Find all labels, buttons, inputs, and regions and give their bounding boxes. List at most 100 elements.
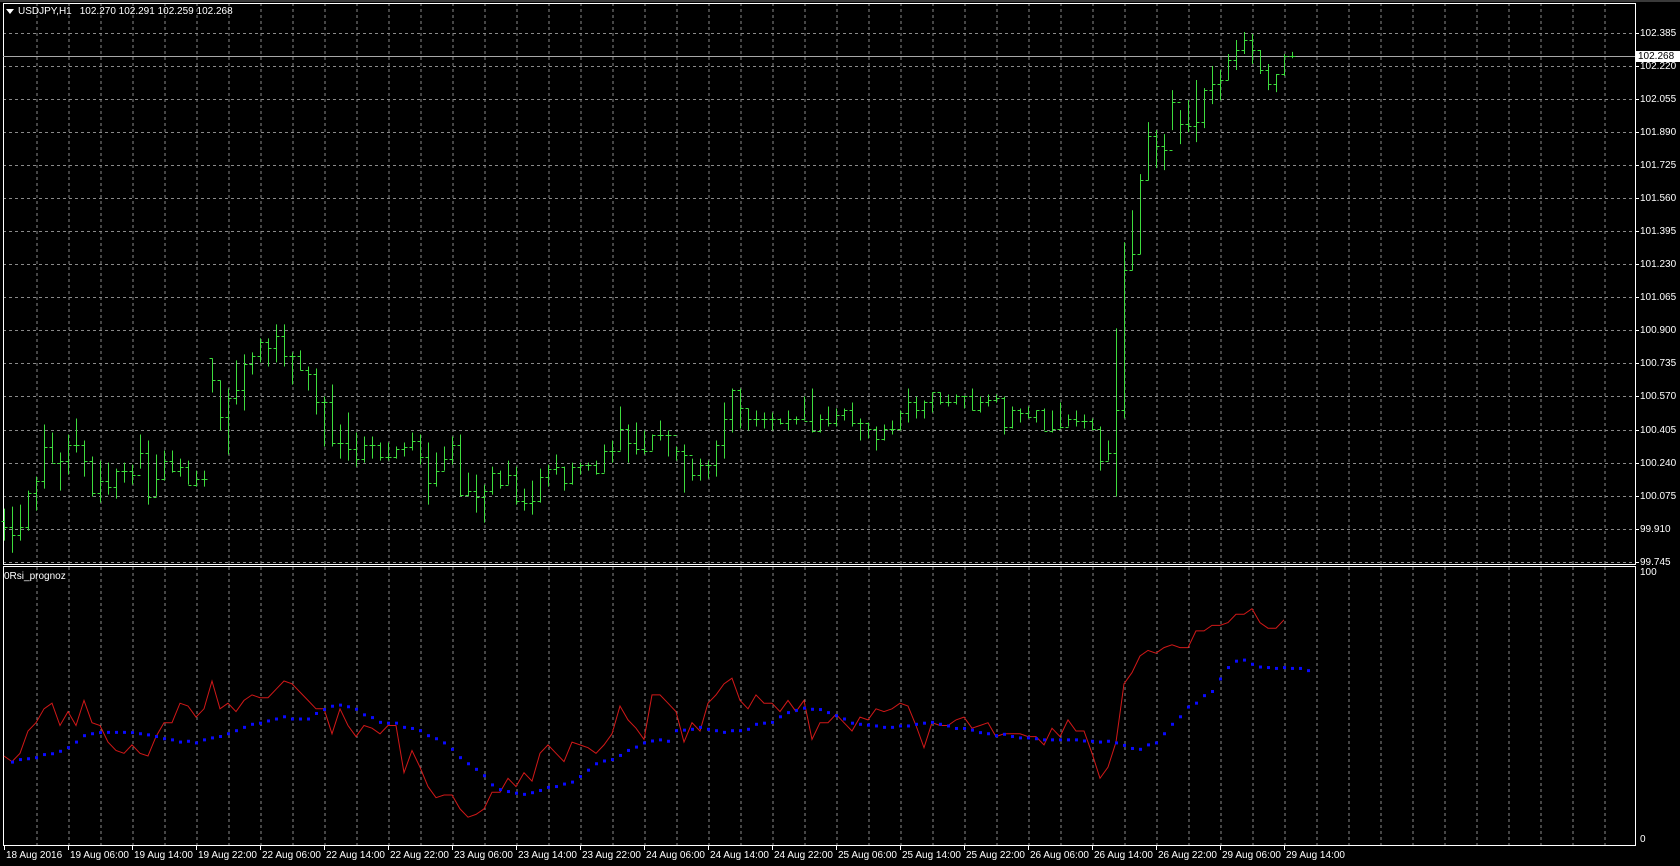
- signal-dot: [803, 706, 806, 710]
- ohlc-bar: [1145, 122, 1152, 181]
- ohlc-bar: [913, 396, 920, 419]
- ohlc-bar: [849, 402, 856, 427]
- signal-dot: [1091, 739, 1094, 743]
- ohlc-bar: [617, 406, 624, 452]
- signal-dot: [947, 724, 950, 728]
- ohlc-bar: [145, 440, 152, 505]
- ohlc-bar: [449, 436, 456, 465]
- ohlc-bar: [521, 488, 528, 511]
- price-axis-label: 102.055: [1640, 93, 1677, 105]
- signal-dot: [331, 704, 334, 708]
- ohlc-bar: [433, 452, 440, 487]
- signal-dot: [891, 725, 894, 729]
- signal-dot: [1099, 740, 1102, 744]
- signal-dot: [451, 747, 454, 751]
- signal-dot: [171, 738, 174, 742]
- ohlc-bar: [1009, 406, 1016, 429]
- ohlc-bar: [593, 460, 600, 475]
- price-axis-label: 100.735: [1640, 357, 1677, 369]
- ohlc-bar: [929, 392, 936, 413]
- ohlc-bar: [465, 472, 472, 497]
- signal-dot: [1123, 743, 1126, 747]
- price-axis-label: 99.745: [1640, 556, 1671, 568]
- signal-dot: [675, 729, 678, 733]
- signal-dot: [699, 725, 702, 729]
- chart-header: USDJPY,H1 102.270 102.291 102.259 102.26…: [6, 6, 233, 17]
- price-axis-label: 100.075: [1640, 490, 1677, 502]
- signal-dot: [1067, 738, 1070, 742]
- ohlc-bar: [993, 394, 1000, 403]
- signal-dot: [83, 734, 86, 738]
- signal-dot: [411, 726, 414, 730]
- ohlc-bar: [633, 422, 640, 455]
- ohlc-bar: [833, 408, 840, 427]
- ohlc-bar: [81, 440, 88, 477]
- symbol-label: USDJPY,H1: [18, 6, 72, 17]
- signal-dot: [1027, 736, 1030, 740]
- ohlc-bar: [489, 466, 496, 495]
- time-axis-label: 19 Aug 06:00: [70, 850, 129, 861]
- signal-dot: [1235, 659, 1238, 663]
- signal-dot: [179, 740, 182, 744]
- signal-dot: [99, 731, 102, 735]
- time-axis-label: 25 Aug 14:00: [902, 850, 961, 861]
- ohlc-bar: [545, 464, 552, 487]
- signal-dot: [1011, 735, 1014, 739]
- signal-dot: [571, 780, 574, 784]
- signal-dot: [747, 727, 750, 731]
- signal-dot: [435, 737, 438, 741]
- signal-dot: [347, 705, 350, 709]
- ohlc-bar: [241, 354, 248, 411]
- signal-dot: [1107, 739, 1110, 743]
- ohlc-bar: [577, 462, 584, 475]
- indicator-panel-border: [3, 566, 1636, 846]
- ohlc-bar: [953, 394, 960, 405]
- signal-dot: [507, 790, 510, 794]
- signal-dot: [291, 717, 294, 721]
- signal-dot: [355, 707, 358, 711]
- rsi-line: [3, 607, 1285, 818]
- ohlc-bar: [1081, 414, 1088, 429]
- ohlc-bar: [1209, 66, 1216, 105]
- ohlc-bar: [793, 416, 800, 425]
- signal-dot: [91, 732, 94, 736]
- ohlc-bar: [561, 466, 568, 491]
- signal-dot: [419, 729, 422, 733]
- price-axis-label: 99.910: [1640, 523, 1671, 535]
- signal-dot: [163, 737, 166, 741]
- signal-dot: [867, 723, 870, 727]
- signal-dot: [467, 762, 470, 766]
- ohlc-bar: [729, 388, 736, 433]
- signal-dot: [115, 730, 118, 734]
- price-axis-label: 101.725: [1640, 159, 1677, 171]
- signal-dot: [715, 729, 718, 733]
- signal-dot: [819, 708, 822, 712]
- signal-dot: [459, 756, 462, 760]
- time-axis-label: 26 Aug 22:00: [1158, 850, 1217, 861]
- signal-dot: [659, 738, 662, 742]
- signal-dot: [707, 727, 710, 731]
- ohlc-bar: [985, 394, 992, 407]
- ohlc-bar: [497, 470, 504, 489]
- ohlc-bar: [1257, 50, 1264, 75]
- ohlc-bar: [513, 466, 520, 505]
- signal-dot: [883, 725, 886, 729]
- signal-dot: [1299, 666, 1302, 670]
- ohlc-bar: [1057, 402, 1064, 430]
- ohlc-bar: [265, 338, 272, 367]
- chart-canvas[interactable]: [0, 0, 1680, 866]
- signal-dot: [579, 775, 582, 779]
- chart-menu-triangle-icon[interactable]: [6, 9, 14, 14]
- ohlc-bar: [745, 408, 752, 431]
- signal-dot: [1051, 738, 1054, 742]
- time-axis-label: 29 Aug 14:00: [1286, 850, 1345, 861]
- rsi-polyline: [3, 607, 1285, 818]
- signal-dot: [683, 728, 686, 732]
- ohlc-bar: [1049, 410, 1056, 433]
- time-axis-label: 24 Aug 14:00: [710, 850, 769, 861]
- ohlc-bar: [17, 504, 24, 541]
- ohlc-bar: [41, 424, 48, 489]
- signal-dot: [1251, 662, 1254, 666]
- ohlc-bar: [865, 422, 872, 439]
- ohlc-bar: [297, 350, 304, 371]
